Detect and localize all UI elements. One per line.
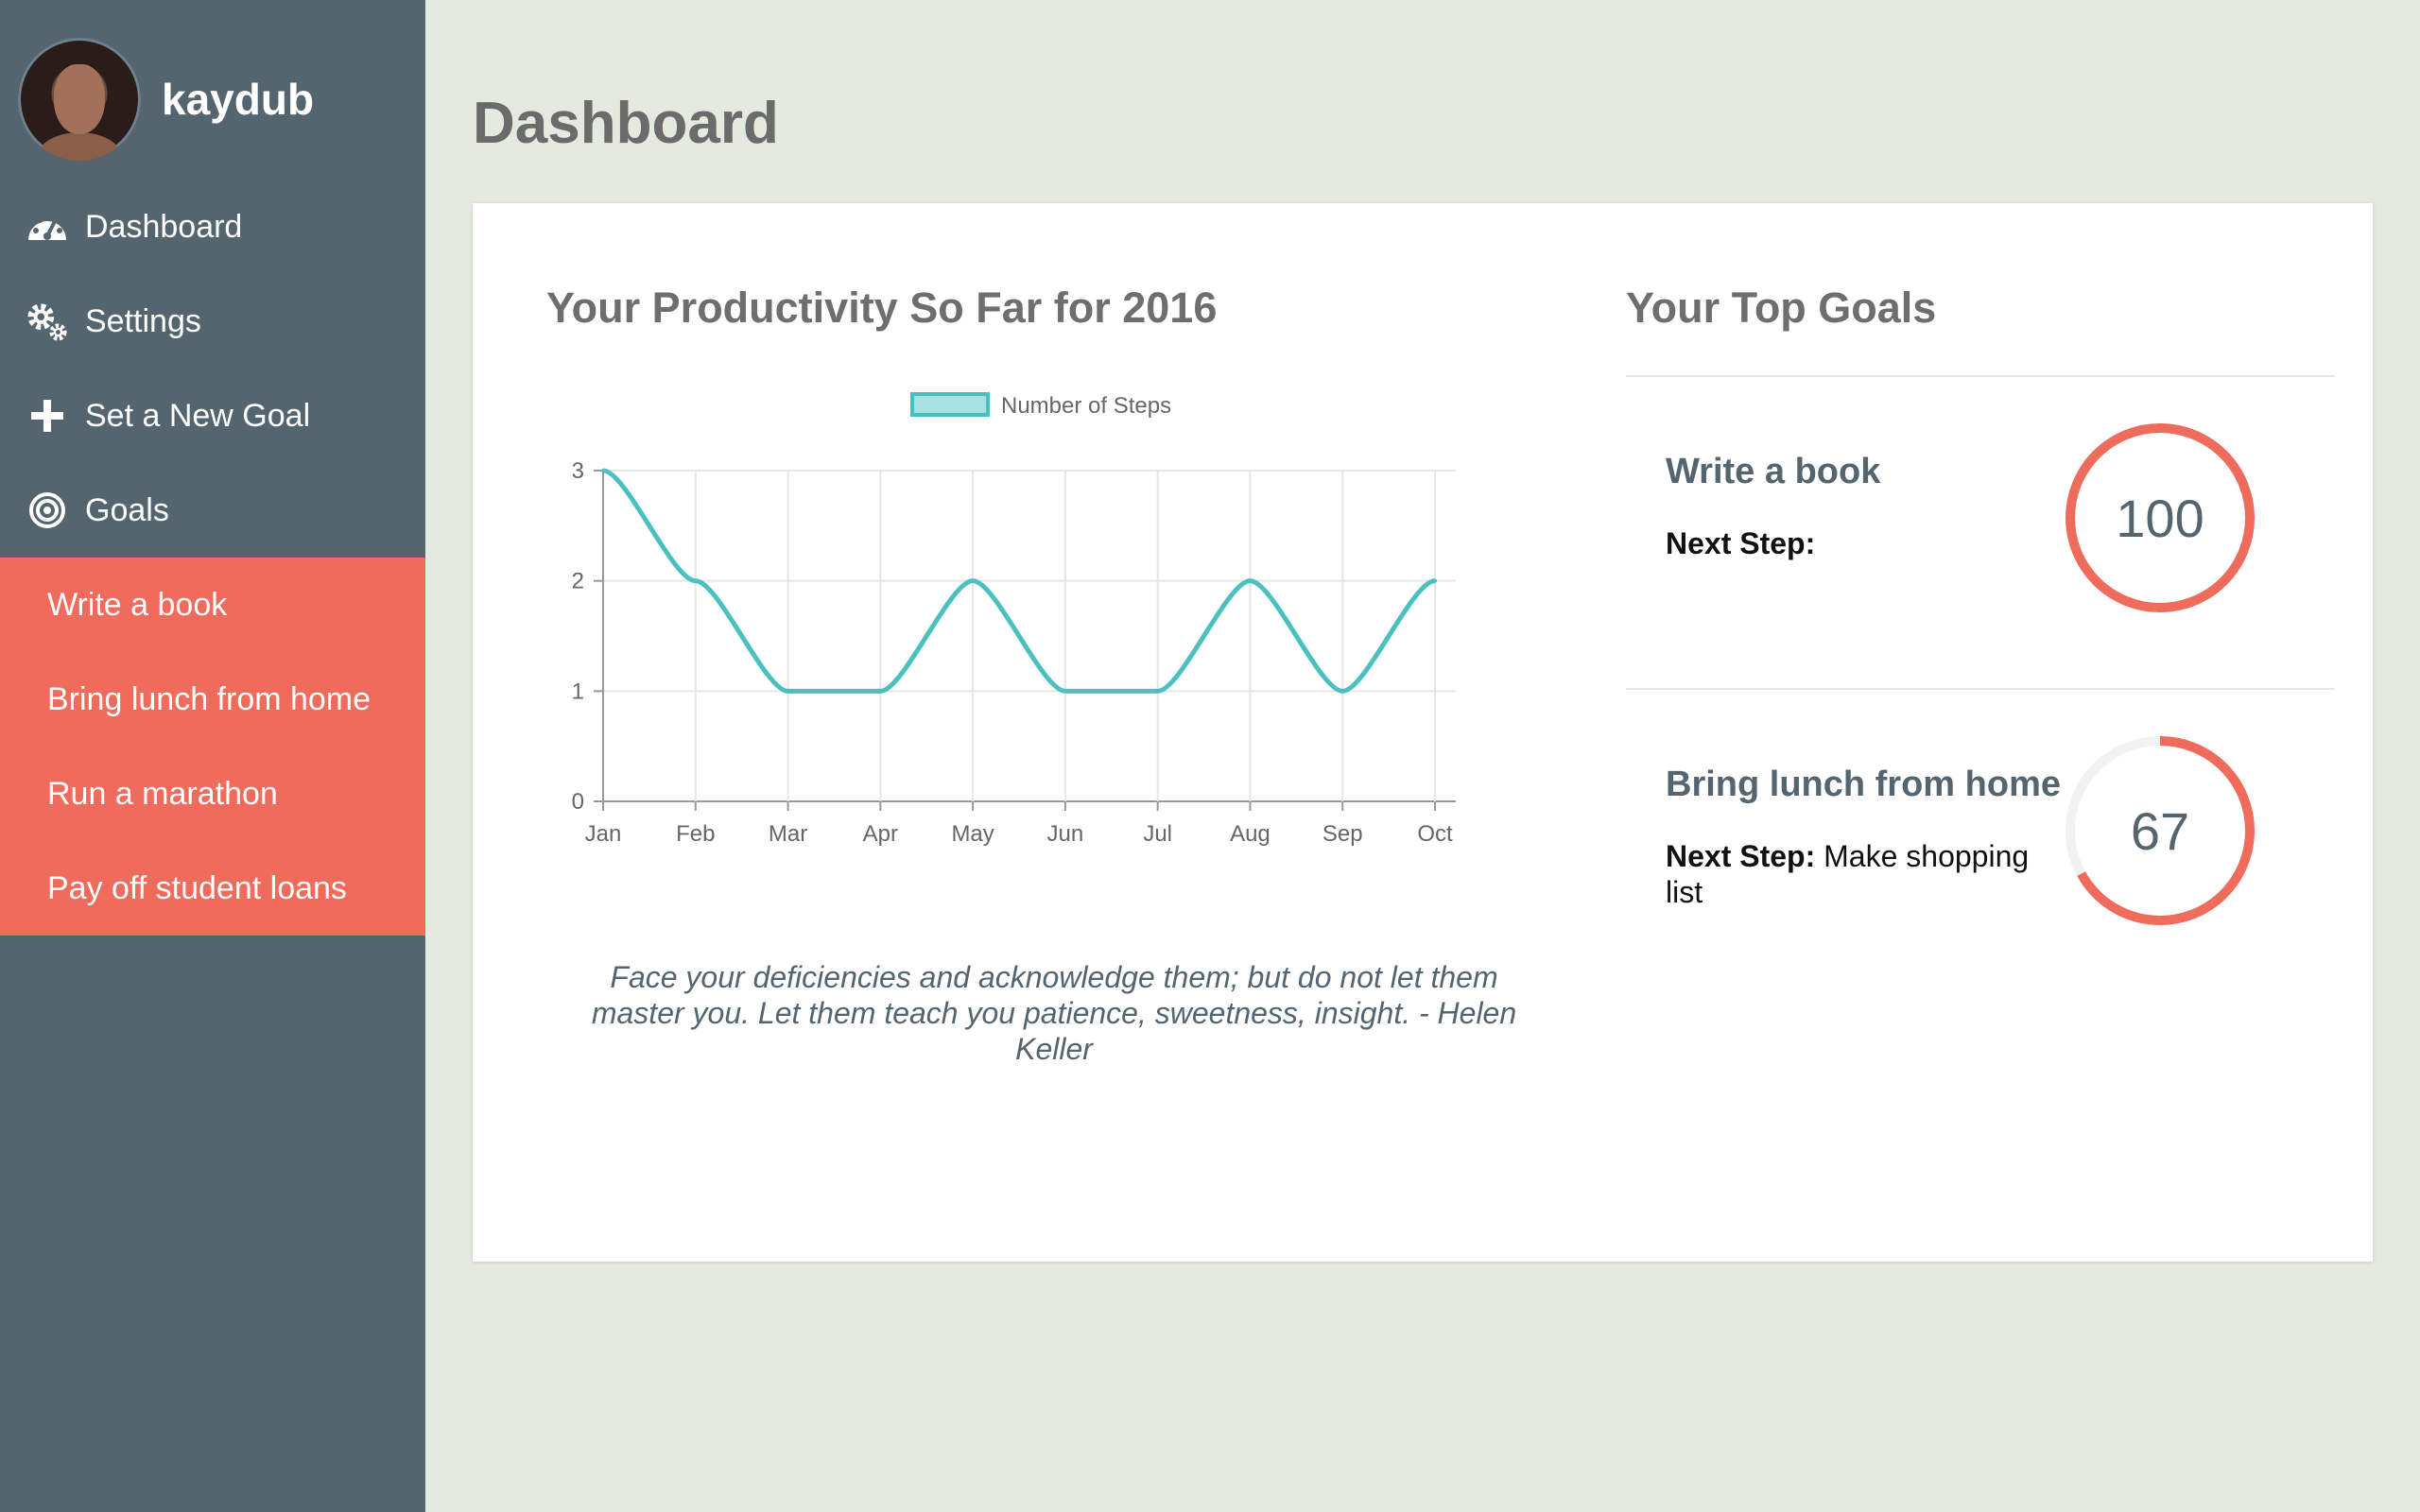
x-tick-label: Jun xyxy=(1047,821,1084,847)
page-title: Dashboard xyxy=(473,91,779,156)
productivity-chart: 0 1 2 3 Jan Feb Mar Apr May Jun Jul Aug Sep Oct Number… xyxy=(572,392,1456,847)
nav-item-set-new-goal[interactable]: Set a New Goal xyxy=(0,369,425,463)
goal-name: Write a book xyxy=(1666,452,1881,491)
data-point xyxy=(1433,578,1437,583)
legend-swatch xyxy=(910,392,990,417)
nav-item-dashboard[interactable]: Dashboard xyxy=(0,180,425,274)
data-point xyxy=(1340,689,1345,694)
x-tick-label: Oct xyxy=(1417,821,1453,847)
data-point xyxy=(1063,689,1067,694)
avatar[interactable] xyxy=(18,37,141,161)
target-icon xyxy=(26,490,68,531)
motivational-quote: Face your deficiencies and acknowledge t… xyxy=(591,960,1517,1066)
next-step: Next Step: xyxy=(1666,525,2044,561)
goal-item-run-marathon[interactable]: Run a marathon xyxy=(0,747,425,841)
goals-submenu: Write a book Bring lunch from home Run a… xyxy=(0,558,425,936)
nav-label-goals: Goals xyxy=(85,491,169,528)
user-profile[interactable]: kaydub xyxy=(18,36,314,162)
x-tick-label: Sep xyxy=(1322,821,1363,847)
username: kaydub xyxy=(162,74,315,124)
data-point xyxy=(693,578,698,583)
x-tick-label: Mar xyxy=(769,821,807,847)
nav-label-settings: Settings xyxy=(85,302,201,339)
y-tick-label: 0 xyxy=(572,789,584,815)
progress-ring: 67 xyxy=(2066,736,2255,925)
nav-item-goals[interactable]: Goals xyxy=(0,463,425,558)
x-tick-label: Apr xyxy=(863,821,898,847)
goal-item-write-a-book[interactable]: Write a book xyxy=(0,558,425,652)
x-tick-label: Jan xyxy=(585,821,622,847)
x-tick-label: Jul xyxy=(1143,821,1172,847)
x-tick-label: Feb xyxy=(676,821,715,847)
x-tick-label: May xyxy=(951,821,994,847)
nav-label-dashboard: Dashboard xyxy=(85,208,243,245)
top-goals-title: Your Top Goals xyxy=(1626,284,1937,332)
data-point xyxy=(786,689,790,694)
progress-value: 100 xyxy=(2116,489,2204,548)
avatar-face xyxy=(54,63,105,134)
gears-icon xyxy=(26,301,68,342)
nav-label-set-new-goal: Set a New Goal xyxy=(85,397,311,434)
data-point xyxy=(971,578,976,583)
goal-name: Bring lunch from home xyxy=(1666,765,2061,804)
dashboard-card: Your Productivity So Far for 2016 0 1 2 3 Ja… xyxy=(473,203,2373,1262)
nav-item-settings[interactable]: Settings xyxy=(0,274,425,369)
data-point xyxy=(601,469,605,472)
progress-value: 67 xyxy=(2131,801,2189,861)
x-tick-label: Aug xyxy=(1230,821,1270,847)
data-point xyxy=(1155,689,1160,694)
main-nav: Dashboard Settings Set a New Goal Goals xyxy=(0,180,425,558)
data-point xyxy=(1248,578,1253,583)
next-step-label: Next Step: xyxy=(1666,526,1816,560)
progress-ring: 100 xyxy=(2066,423,2255,612)
productivity-title: Your Productivity So Far for 2016 xyxy=(546,284,1218,332)
sidebar: kaydub Dashboard Settings Set a New Goal… xyxy=(0,0,425,1512)
y-tick-label: 2 xyxy=(572,569,584,594)
plus-icon xyxy=(26,395,68,437)
next-step: Next Step: Make shopping list xyxy=(1666,838,2044,910)
legend-label: Number of Steps xyxy=(1001,393,1171,419)
goal-item-pay-loans[interactable]: Pay off student loans xyxy=(0,841,425,936)
goal-card-write-a-book[interactable]: Write a book Next Step: 100 xyxy=(1626,376,2335,622)
y-tick-label: 1 xyxy=(572,679,584,704)
data-point xyxy=(878,689,883,694)
avatar-shoulder xyxy=(35,131,124,161)
y-tick-label: 3 xyxy=(572,458,584,484)
goal-item-bring-lunch[interactable]: Bring lunch from home xyxy=(0,652,425,747)
goal-card-bring-lunch[interactable]: Bring lunch from home Next Step: Make sh… xyxy=(1626,689,2335,935)
next-step-label: Next Step: xyxy=(1666,839,1816,873)
dashboard-gauge-icon xyxy=(26,206,68,248)
